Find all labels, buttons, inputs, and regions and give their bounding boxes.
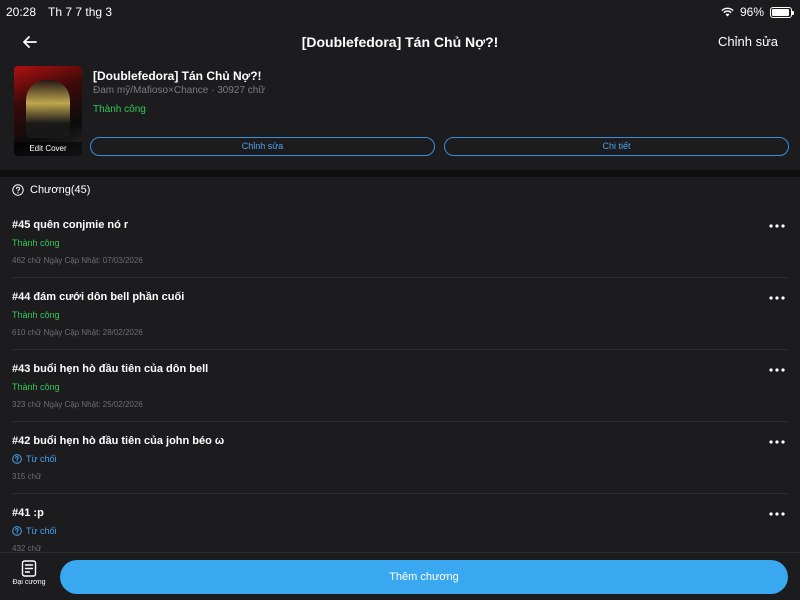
add-chapter-button[interactable]: Thêm chương: [60, 560, 788, 594]
more-options-button[interactable]: [766, 435, 788, 449]
chapter-status-text: Thành công: [12, 382, 60, 392]
status-right: 96%: [721, 5, 794, 19]
chapters-count: Chương(45): [30, 184, 91, 196]
book-cover[interactable]: Edit Cover: [14, 66, 82, 156]
nav-bar: [Doublefedora] Tán Chủ Nợ?! Chỉnh sửa: [0, 24, 800, 60]
chapter-status: Từ chối: [12, 526, 57, 536]
more-options-button[interactable]: [766, 291, 788, 305]
chapter-meta: 323 chữ Ngày Cập Nhật: 25/02/2026: [12, 400, 143, 409]
more-horizontal-icon: [769, 440, 785, 444]
edit-book-button[interactable]: Chỉnh sửa: [90, 137, 435, 156]
help-circle-icon[interactable]: [12, 184, 24, 196]
chapter-status: Thành công: [12, 382, 60, 392]
chapter-row-43[interactable]: #43 buổi hẹn hò đầu tiên của dôn bell Th…: [12, 350, 788, 422]
chapter-status-text: Từ chối: [26, 526, 57, 536]
help-circle-icon: [12, 454, 22, 464]
chapter-title: #41 :p: [12, 507, 44, 519]
chapter-status: Từ chối: [12, 454, 57, 464]
book-status: Thành công: [93, 104, 146, 115]
battery-icon: [770, 6, 794, 18]
chapter-meta: 315 chữ: [12, 472, 42, 481]
more-options-button[interactable]: [766, 219, 788, 233]
book-header: Edit Cover [Doublefedora] Tán Chủ Nợ?! Đ…: [0, 60, 800, 170]
details-button[interactable]: Chi tiết: [444, 137, 789, 156]
help-circle-icon: [12, 526, 22, 536]
chapter-title: #45 quên conjmie nó r: [12, 219, 129, 231]
battery-percent: 96%: [739, 5, 764, 19]
chapter-row-44[interactable]: #44 đám cưới dôn bell phần cuối Thành cô…: [12, 278, 788, 350]
chapter-status-text: Từ chối: [26, 454, 57, 464]
chapter-title: #42 buổi hẹn hò đầu tiên của john béo ω: [12, 435, 225, 447]
status-bar: 20:28 Th 7 7 thg 3 96%: [0, 0, 800, 24]
chapter-status: Thành công: [12, 238, 60, 248]
book-meta: Đam mỹ/Mafioso×Chance · 30927 chữ: [93, 85, 266, 96]
chapter-status-text: Thành công: [12, 238, 60, 248]
edit-cover-label[interactable]: Edit Cover: [14, 142, 82, 156]
cover-illustration: [26, 80, 70, 138]
more-options-button[interactable]: [766, 363, 788, 377]
more-horizontal-icon: [769, 296, 785, 300]
chapter-meta: 462 chữ Ngày Cập Nhật: 07/03/2026: [12, 256, 143, 265]
back-button[interactable]: [18, 30, 42, 54]
chapter-title: #44 đám cưới dôn bell phần cuối: [12, 291, 185, 303]
bottom-bar: Đại cương Thêm chương: [0, 552, 800, 600]
chapter-title: #43 buổi hẹn hò đầu tiên của dôn bell: [12, 363, 209, 375]
outline-tab[interactable]: Đại cương: [6, 560, 52, 596]
more-horizontal-icon: [769, 224, 785, 228]
status-time: 20:28: [6, 5, 37, 19]
battery-fill: [772, 8, 790, 16]
chapter-meta: 610 chữ Ngày Cập Nhật: 28/02/2026: [12, 328, 143, 337]
wifi-icon: [721, 7, 734, 17]
document-icon: [21, 560, 37, 577]
edit-button[interactable]: Chỉnh sửa: [718, 34, 778, 49]
chapter-row-45[interactable]: #45 quên conjmie nó r Thành công 462 chữ…: [12, 206, 788, 278]
chapter-status-text: Thành công: [12, 310, 60, 320]
book-title: [Doublefedora] Tán Chủ Nợ?!: [93, 69, 262, 83]
arrow-left-icon: [23, 36, 37, 48]
chapter-row-42[interactable]: #42 buổi hẹn hò đầu tiên của john béo ω …: [12, 422, 788, 494]
chapters-header: Chương(45): [12, 184, 90, 196]
more-options-button[interactable]: [766, 507, 788, 521]
chapter-status: Thành công: [12, 310, 60, 320]
status-left: 20:28 Th 7 7 thg 3: [6, 5, 112, 19]
status-date: Th 7 7 thg 3: [48, 5, 113, 19]
more-horizontal-icon: [769, 512, 785, 516]
section-divider: [0, 170, 800, 177]
chapter-list: #45 quên conjmie nó r Thành công 462 chữ…: [0, 206, 800, 566]
page-title: [Doublefedora] Tán Chủ Nợ?!: [301, 34, 499, 50]
more-horizontal-icon: [769, 368, 785, 372]
outline-tab-label: Đại cương: [12, 579, 46, 586]
